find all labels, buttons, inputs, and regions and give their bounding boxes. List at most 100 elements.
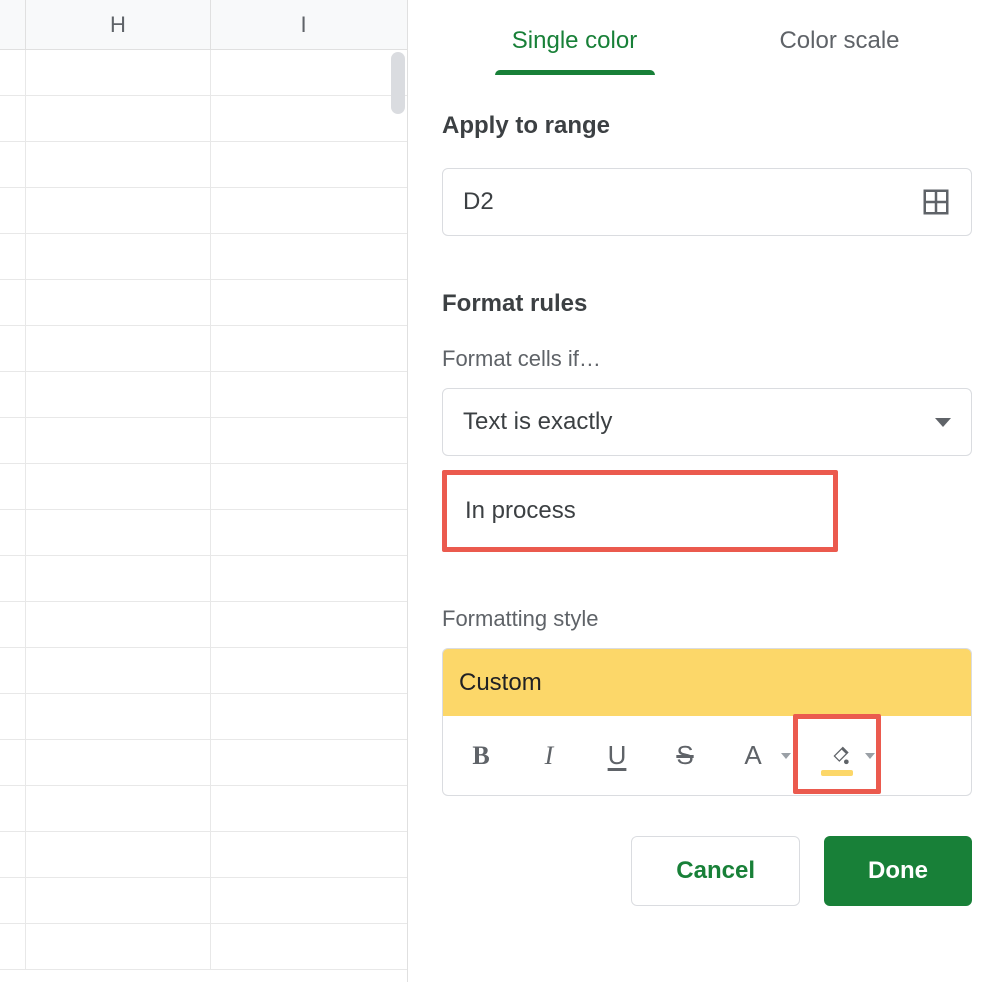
grid-row[interactable] [0, 694, 407, 740]
grid-cell[interactable] [26, 924, 211, 969]
grid-cell[interactable] [0, 280, 26, 325]
grid-cell[interactable] [26, 234, 211, 279]
grid-cell[interactable] [211, 878, 407, 923]
grid-cell[interactable] [26, 50, 211, 95]
grid-cell[interactable] [26, 96, 211, 141]
italic-button[interactable]: I [527, 734, 571, 778]
grid-cell[interactable] [211, 832, 407, 877]
grid-cell[interactable] [0, 234, 26, 279]
range-input[interactable]: D2 [442, 168, 972, 236]
grid-cell[interactable] [0, 464, 26, 509]
grid-row[interactable] [0, 326, 407, 372]
grid-cell[interactable] [211, 740, 407, 785]
grid-cell[interactable] [0, 510, 26, 555]
grid-cell[interactable] [0, 832, 26, 877]
grid-row[interactable] [0, 648, 407, 694]
grid-cell[interactable] [26, 786, 211, 831]
vertical-scrollbar[interactable] [391, 52, 405, 114]
grid-row[interactable] [0, 832, 407, 878]
grid-row[interactable] [0, 96, 407, 142]
grid-cell[interactable] [211, 96, 407, 141]
grid-row[interactable] [0, 142, 407, 188]
grid-cell[interactable] [0, 740, 26, 785]
grid-cell[interactable] [0, 556, 26, 601]
grid-cell[interactable] [26, 602, 211, 647]
grid-cell[interactable] [26, 832, 211, 877]
grid-rows[interactable] [0, 50, 407, 970]
grid-row[interactable] [0, 234, 407, 280]
grid-row[interactable] [0, 510, 407, 556]
underline-button[interactable]: U [595, 734, 639, 778]
tab-color-scale[interactable]: Color scale [707, 3, 972, 79]
cancel-button[interactable]: Cancel [631, 836, 800, 906]
grid-row[interactable] [0, 418, 407, 464]
tab-single-color[interactable]: Single color [442, 3, 707, 79]
grid-cell[interactable] [0, 142, 26, 187]
grid-cell[interactable] [0, 602, 26, 647]
grid-row[interactable] [0, 464, 407, 510]
bold-button[interactable]: B [459, 734, 503, 778]
grid-cell[interactable] [211, 188, 407, 233]
grid-cell[interactable] [26, 188, 211, 233]
grid-cell[interactable] [0, 50, 26, 95]
grid-row[interactable] [0, 602, 407, 648]
grid-row[interactable] [0, 924, 407, 970]
grid-cell[interactable] [26, 694, 211, 739]
grid-cell[interactable] [0, 924, 26, 969]
grid-cell[interactable] [26, 648, 211, 693]
grid-cell[interactable] [26, 556, 211, 601]
grid-cell[interactable] [211, 694, 407, 739]
grid-row[interactable] [0, 188, 407, 234]
grid-cell[interactable] [211, 142, 407, 187]
grid-cell[interactable] [211, 510, 407, 555]
fill-color-button[interactable] [815, 734, 875, 778]
column-header-i[interactable]: I [211, 0, 396, 49]
grid-row[interactable] [0, 50, 407, 96]
grid-row[interactable] [0, 280, 407, 326]
grid-cell[interactable] [211, 648, 407, 693]
text-color-button[interactable]: A [731, 734, 791, 778]
grid-cell[interactable] [211, 602, 407, 647]
grid-cell[interactable] [26, 418, 211, 463]
grid-cell[interactable] [211, 280, 407, 325]
strikethrough-button[interactable]: S [663, 734, 707, 778]
grid-cell[interactable] [26, 142, 211, 187]
select-range-icon[interactable] [921, 187, 951, 217]
grid-cell[interactable] [26, 372, 211, 417]
grid-cell[interactable] [211, 234, 407, 279]
grid-cell[interactable] [0, 878, 26, 923]
grid-cell[interactable] [26, 878, 211, 923]
grid-cell[interactable] [211, 418, 407, 463]
grid-cell[interactable] [26, 740, 211, 785]
grid-row[interactable] [0, 878, 407, 924]
grid-row[interactable] [0, 372, 407, 418]
grid-cell[interactable] [211, 786, 407, 831]
column-header-blank[interactable] [0, 0, 26, 49]
grid-cell[interactable] [211, 464, 407, 509]
grid-cell[interactable] [0, 372, 26, 417]
condition-select[interactable]: Text is exactly [442, 388, 972, 456]
grid-cell[interactable] [0, 188, 26, 233]
condition-value-input[interactable]: In process [442, 470, 838, 552]
grid-cell[interactable] [211, 326, 407, 371]
done-button[interactable]: Done [824, 836, 972, 906]
grid-row[interactable] [0, 786, 407, 832]
grid-cell[interactable] [211, 924, 407, 969]
grid-cell[interactable] [0, 648, 26, 693]
grid-cell[interactable] [0, 694, 26, 739]
grid-cell[interactable] [0, 326, 26, 371]
spreadsheet-grid[interactable]: H I [0, 0, 408, 982]
style-preview[interactable]: Custom [442, 648, 972, 716]
grid-row[interactable] [0, 556, 407, 602]
grid-cell[interactable] [0, 96, 26, 141]
grid-cell[interactable] [26, 326, 211, 371]
grid-cell[interactable] [211, 372, 407, 417]
grid-cell[interactable] [26, 280, 211, 325]
grid-cell[interactable] [0, 786, 26, 831]
grid-cell[interactable] [211, 556, 407, 601]
grid-cell[interactable] [211, 50, 407, 95]
grid-cell[interactable] [26, 464, 211, 509]
grid-cell[interactable] [0, 418, 26, 463]
grid-row[interactable] [0, 740, 407, 786]
column-header-h[interactable]: H [26, 0, 211, 49]
